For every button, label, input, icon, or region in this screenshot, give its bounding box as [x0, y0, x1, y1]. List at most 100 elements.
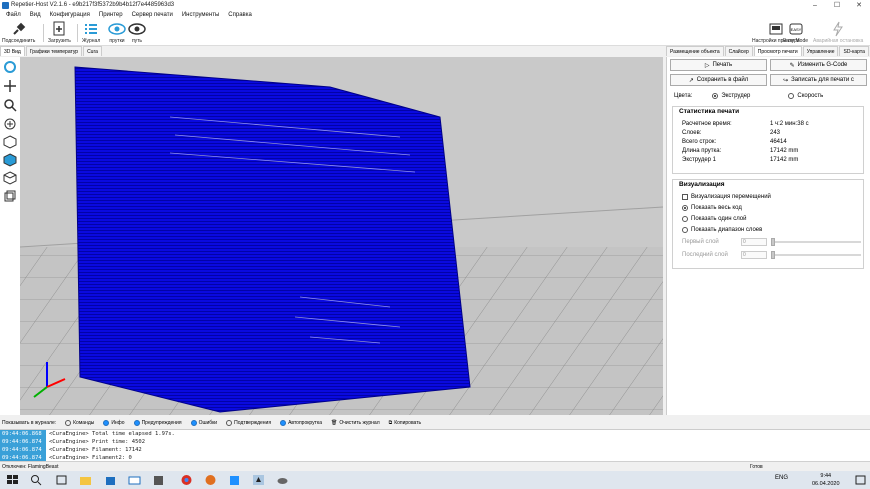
windows-start-icon[interactable]	[6, 474, 19, 486]
save-for-print-button[interactable]: ↪ Записать для печати с	[770, 74, 867, 86]
app-icon[interactable]	[204, 474, 217, 486]
tab-print-preview[interactable]: Просмотр печати	[753, 46, 802, 56]
app-icon[interactable]	[276, 474, 289, 486]
first-layer-input[interactable]: 0	[741, 238, 767, 246]
minimize-button[interactable]: –	[804, 0, 826, 10]
filament-button[interactable]: прутки	[108, 21, 126, 44]
color-extruder-radio[interactable]	[712, 93, 719, 99]
emergency-stop-button[interactable]: Аварийная остановка	[813, 21, 863, 44]
repetier-icon[interactable]	[252, 474, 265, 486]
tab-3d-view[interactable]: 3D Вид	[0, 46, 25, 56]
maximize-button[interactable]: ☐	[826, 0, 848, 10]
close-button[interactable]: ✕	[848, 0, 870, 10]
trash-icon: 🗑	[331, 420, 338, 426]
zoom-icon[interactable]	[3, 98, 17, 112]
menu-config[interactable]: Конфигурация	[50, 12, 90, 18]
fit-icon[interactable]	[3, 117, 17, 131]
save-file-button[interactable]: ↗ Сохранить в файл	[670, 74, 767, 86]
notifications-icon[interactable]	[854, 474, 867, 486]
color-speed-radio[interactable]	[788, 93, 795, 99]
menu-printer[interactable]: Принтер	[99, 12, 123, 18]
tab-cura[interactable]: Cura	[83, 46, 102, 56]
task-view-icon[interactable]	[55, 474, 68, 486]
print-button[interactable]: ▷ Печать	[670, 59, 767, 71]
edit-gcode-button[interactable]: ✎ Изменить G-Code	[770, 59, 867, 71]
file-explorer-icon[interactable]	[79, 474, 92, 486]
tab-temperature[interactable]: Графики температур	[25, 46, 83, 56]
menu-view[interactable]: Вид	[30, 12, 41, 18]
toggle-icon	[103, 420, 110, 426]
copy-log-button[interactable]: ⧉ Копировать	[389, 420, 422, 426]
log-commands-toggle[interactable]: Команды	[65, 420, 94, 426]
load-button[interactable]: Загрузить	[48, 21, 71, 44]
stat-label: Длина прутка:	[682, 148, 722, 154]
show-one-layer-radio[interactable]	[682, 216, 688, 222]
svg-text:EASY: EASY	[790, 27, 801, 32]
app-icon[interactable]	[228, 474, 241, 486]
log-autoscroll-toggle[interactable]: Автопрокрутка	[280, 420, 322, 426]
parallel-view-icon[interactable]	[3, 189, 17, 203]
title-bar: Repetier-Host V2.1.6 - e9b217f3f5372b9b4…	[0, 0, 870, 10]
show-one-layer-label: Показать один слой	[691, 216, 747, 222]
export-icon: ↗	[688, 77, 694, 84]
chrome-icon[interactable]	[180, 474, 193, 486]
view-front-icon[interactable]	[3, 153, 17, 167]
color-extruder-label: Экструдер	[721, 93, 751, 99]
log-filter-bar: Показывать в журнале: Команды Инфо Преду…	[0, 417, 870, 429]
stat-label: Расчетное время:	[682, 121, 732, 127]
copy-icon: ⧉	[388, 420, 393, 426]
app-icon	[2, 1, 9, 9]
tray-language[interactable]: ENG	[775, 475, 788, 481]
first-layer-label: Первый слой	[682, 239, 719, 245]
right-tabs: Размещение объекта Слайсер Просмотр печа…	[666, 46, 870, 56]
status-bar: Отключен: FlamingBeast Готов	[0, 461, 870, 471]
play-icon: ▷	[704, 62, 710, 69]
connect-button[interactable]: Подсоединить	[2, 21, 35, 44]
menu-print-server[interactable]: Сервер печати	[132, 12, 173, 18]
stat-label: Всего строк:	[682, 139, 717, 145]
travel-label: Визуализация перемещений	[691, 194, 771, 200]
eye-icon	[108, 21, 126, 37]
tab-slicer[interactable]: Слайсер	[724, 46, 753, 56]
show-range-radio[interactable]	[682, 227, 688, 233]
easy-mode-button[interactable]: EASY Easy Mode	[783, 21, 808, 44]
toggle-icon	[226, 420, 233, 426]
log-acks-toggle[interactable]: Подтверждения	[226, 420, 271, 426]
log-button[interactable]: Журнал	[82, 21, 100, 44]
store-icon[interactable]	[104, 474, 117, 486]
tab-control[interactable]: Управление	[802, 46, 839, 56]
move-icon[interactable]	[3, 79, 17, 93]
log-area[interactable]: 09:44:06.868 <CuraEngine> Total time elap…	[0, 429, 870, 462]
search-icon[interactable]	[30, 474, 43, 486]
log-warnings-toggle[interactable]: Предупреждения	[133, 420, 182, 426]
last-layer-input[interactable]: 0	[741, 251, 767, 259]
mail-icon[interactable]	[128, 474, 141, 486]
view-iso-icon[interactable]	[3, 135, 17, 149]
log-show-label: Показывать в журнале:	[2, 420, 57, 426]
visualization-group: Визуализация Визуализация перемещений По…	[672, 179, 864, 269]
toggle-icon	[133, 420, 140, 426]
view-top-icon[interactable]	[3, 171, 17, 185]
travel-checkbox[interactable]	[682, 194, 688, 200]
3d-viewport[interactable]	[20, 57, 663, 415]
app-icon[interactable]	[152, 474, 165, 486]
log-info-toggle[interactable]: Инфо	[103, 420, 125, 426]
window-title: Repetier-Host V2.1.6 - e9b217f3f5372b9b4…	[11, 2, 175, 8]
menu-file[interactable]: Файл	[6, 12, 21, 18]
clear-log-button[interactable]: 🗑 Очистить журнал	[331, 420, 380, 426]
log-line: 09:44:06.874 <CuraEngine> Print time: 450…	[0, 438, 146, 446]
show-all-radio[interactable]	[682, 205, 688, 211]
list-icon	[83, 21, 99, 37]
first-layer-slider[interactable]	[771, 238, 861, 246]
color-speed-label: Скорость	[797, 93, 824, 99]
menu-tools[interactable]: Инструменты	[182, 12, 219, 18]
rotate-icon[interactable]	[3, 60, 17, 74]
menu-help[interactable]: Справка	[228, 12, 252, 18]
save-icon: ↪	[783, 77, 789, 84]
path-button[interactable]: путь	[128, 21, 146, 44]
tab-sd-card[interactable]: SD-карта	[839, 46, 869, 56]
log-errors-toggle[interactable]: Ошибки	[190, 420, 217, 426]
tray-clock[interactable]: 9:44 06.04.2020	[812, 472, 840, 488]
tab-object-placement[interactable]: Размещение объекта	[666, 46, 724, 56]
last-layer-slider[interactable]	[771, 251, 861, 259]
